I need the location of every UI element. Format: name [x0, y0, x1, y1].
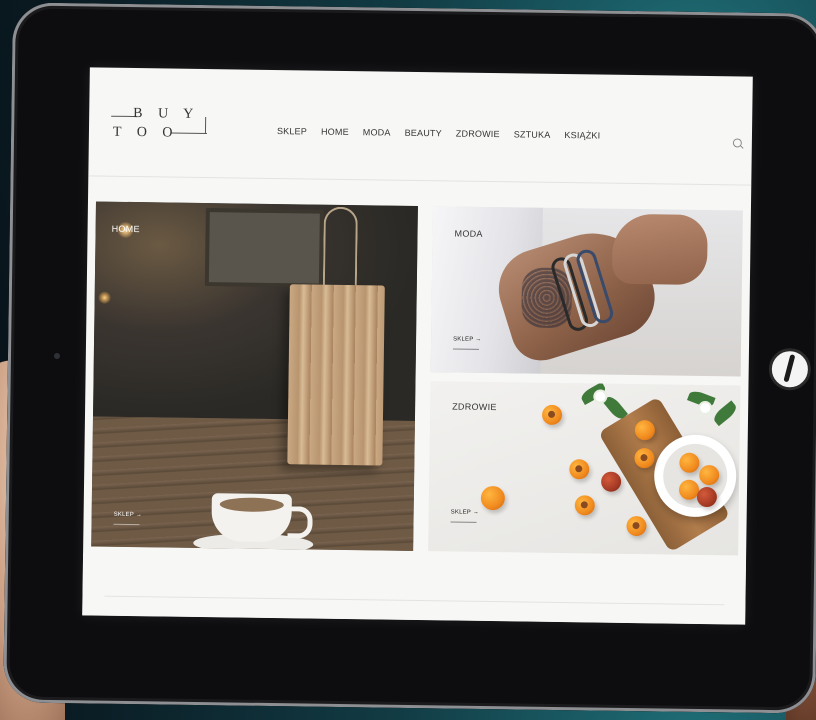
apricot	[679, 452, 700, 473]
front-camera-icon	[53, 352, 61, 360]
hand	[611, 213, 708, 286]
tile-cta-home[interactable]: SKLEP →	[114, 512, 142, 518]
nav-item-beauty[interactable]: BEAUTY	[405, 128, 442, 139]
buytoo-logo[interactable]: B U Y T O O	[111, 106, 207, 143]
category-tile-moda[interactable]: MODA SKLEP →	[430, 206, 743, 377]
apricot-half	[574, 495, 595, 516]
tile-label-home: HOME	[111, 223, 140, 235]
home-button-icon[interactable]	[768, 347, 812, 391]
apricot	[600, 471, 622, 492]
coffee-cup	[211, 493, 292, 543]
logo-line-1: B U Y	[133, 106, 200, 122]
nav-item-moda[interactable]: MODA	[363, 127, 391, 137]
nav-item-sklep[interactable]: SKLEP	[277, 126, 307, 136]
apricot-half	[541, 404, 563, 426]
logo-rule	[204, 117, 207, 134]
category-tile-home[interactable]: HOME SKLEP →	[91, 201, 418, 551]
tile-label-zdrowie: ZDROWIE	[452, 401, 497, 413]
cup-handle	[287, 506, 313, 539]
search-icon[interactable]	[732, 138, 742, 148]
site-header: B U Y T O O SKLEP HOME MODA BEAUTY ZDROW…	[88, 67, 753, 186]
bowl	[653, 434, 737, 518]
white-flower	[595, 391, 606, 402]
lamp-light	[98, 291, 111, 304]
tile-label-moda: MODA	[454, 228, 483, 239]
twine-loop	[322, 206, 358, 290]
nav-item-ksiazki[interactable]: KSIĄŻKI	[564, 130, 600, 141]
wall-frame	[204, 208, 324, 288]
main-nav: SKLEP HOME MODA BEAUTY ZDROWIE SZTUKA KS…	[277, 126, 601, 141]
footer-area	[82, 553, 747, 625]
tile-cta-moda[interactable]: SKLEP →	[453, 336, 481, 342]
apricot	[480, 485, 506, 511]
apricot	[699, 464, 720, 486]
website-screen: B U Y T O O SKLEP HOME MODA BEAUTY ZDROW…	[82, 67, 753, 625]
leaf	[711, 400, 739, 427]
wooden-vase	[287, 284, 385, 466]
tile-cta-zdrowie[interactable]: SKLEP →	[451, 509, 479, 515]
logo-line-2: T O O	[112, 124, 179, 141]
nav-item-zdrowie[interactable]: ZDROWIE	[456, 129, 500, 140]
white-flower	[700, 402, 711, 414]
nav-item-home[interactable]: HOME	[321, 127, 349, 137]
apricot-half	[626, 515, 647, 537]
apricot-half	[569, 459, 590, 480]
category-tile-zdrowie[interactable]: ZDROWIE SKLEP →	[428, 381, 741, 556]
nav-item-sztuka[interactable]: SZTUKA	[514, 129, 551, 140]
